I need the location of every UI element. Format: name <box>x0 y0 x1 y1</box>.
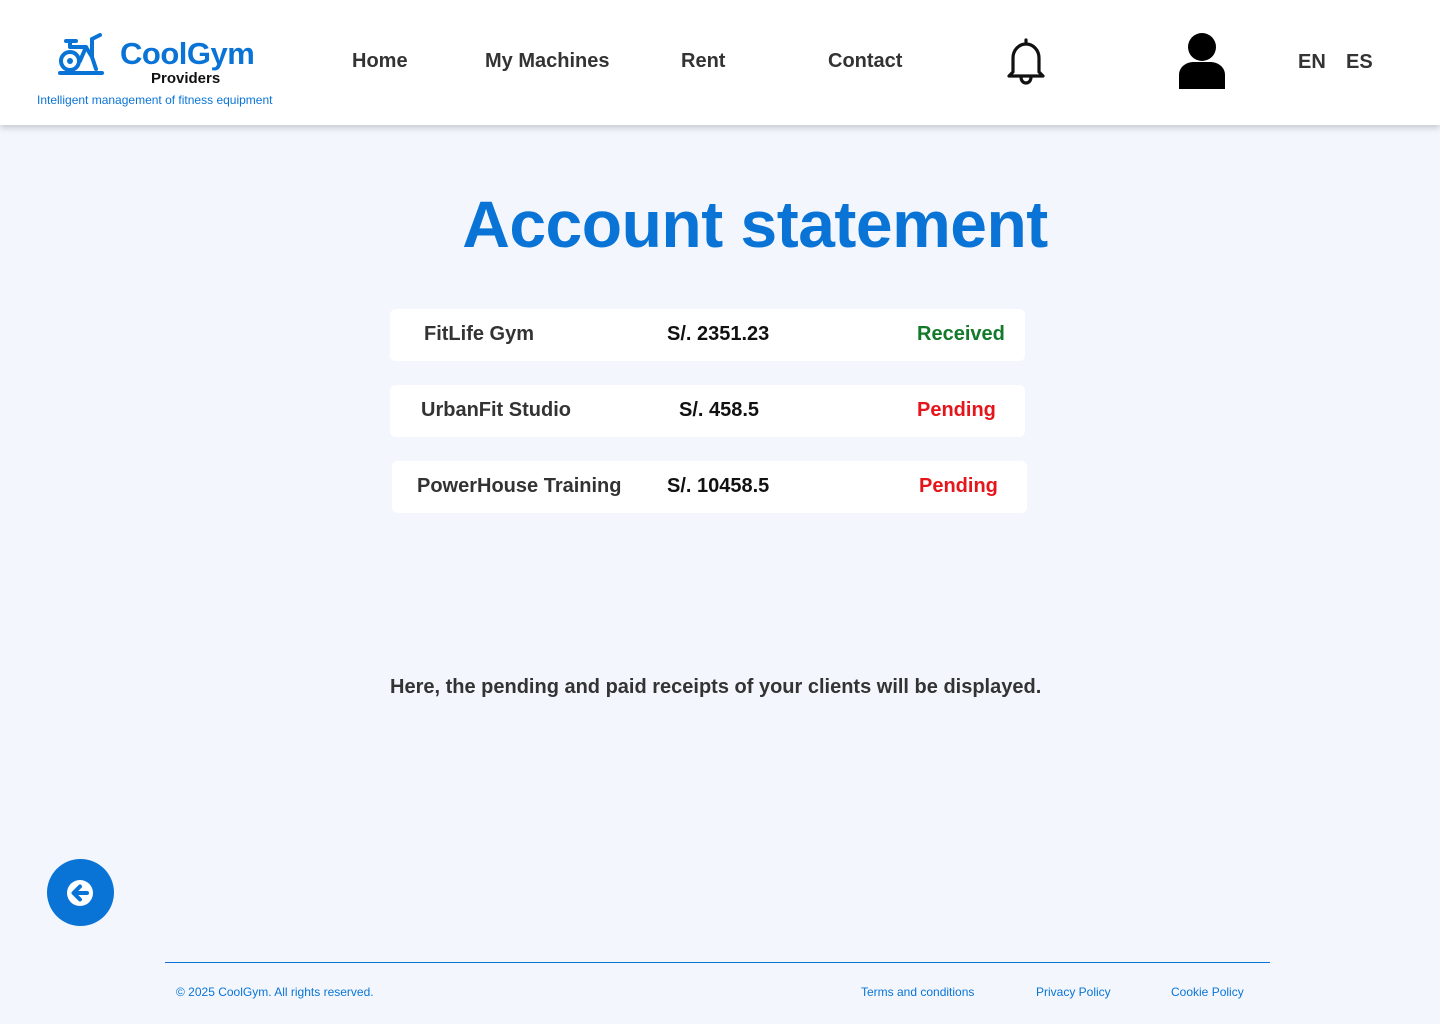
nav-contact[interactable]: Contact <box>828 50 902 73</box>
amount: S/. 458.5 <box>679 399 760 421</box>
amount: S/. 2351.23 <box>667 323 770 345</box>
back-button[interactable] <box>47 859 114 926</box>
status-badge: Received <box>917 323 1005 345</box>
status-badge: Pending <box>917 399 996 421</box>
info-message: Here, the pending and paid receipts of y… <box>390 676 1042 698</box>
statement-row[interactable]: PowerHouse Training S/. 10458.5 Pending <box>392 461 1027 513</box>
footer-divider <box>165 962 1270 963</box>
statement-row[interactable]: UrbanFit Studio S/. 458.5 Pending <box>390 385 1025 437</box>
statement-row[interactable]: FitLife Gym S/. 2351.23 Received <box>390 309 1025 361</box>
amount: S/. 10458.5 <box>667 475 770 497</box>
brand-logo[interactable]: CoolGym Providers Intelligent management… <box>37 30 287 110</box>
nav-rent[interactable]: Rent <box>681 50 725 73</box>
user-icon[interactable] <box>1176 31 1228 91</box>
footer-copyright: © 2025 CoolGym. All rights reserved. <box>176 985 374 999</box>
brand-name: CoolGym <box>120 36 255 71</box>
nav-my-machines[interactable]: My Machines <box>485 50 609 73</box>
brand-subtitle: Providers <box>151 70 221 87</box>
lang-en[interactable]: EN <box>1298 51 1326 74</box>
exercise-bike-icon <box>58 33 104 75</box>
arrow-left-icon <box>67 880 93 906</box>
nav-home[interactable]: Home <box>352 50 408 73</box>
status-badge: Pending <box>919 475 998 497</box>
footer-link-privacy[interactable]: Privacy Policy <box>1036 985 1111 999</box>
page-title: Account statement <box>462 187 1048 261</box>
site-header: CoolGym Providers Intelligent management… <box>0 0 1440 125</box>
footer-link-cookies[interactable]: Cookie Policy <box>1171 985 1244 999</box>
brand-tagline: Intelligent management of fitness equipm… <box>37 93 273 107</box>
client-name: PowerHouse Training <box>417 475 622 497</box>
client-name: FitLife Gym <box>424 323 535 345</box>
footer-link-terms[interactable]: Terms and conditions <box>861 985 974 999</box>
bell-icon[interactable] <box>1004 36 1048 86</box>
client-name: UrbanFit Studio <box>421 399 571 421</box>
lang-es[interactable]: ES <box>1346 51 1373 74</box>
